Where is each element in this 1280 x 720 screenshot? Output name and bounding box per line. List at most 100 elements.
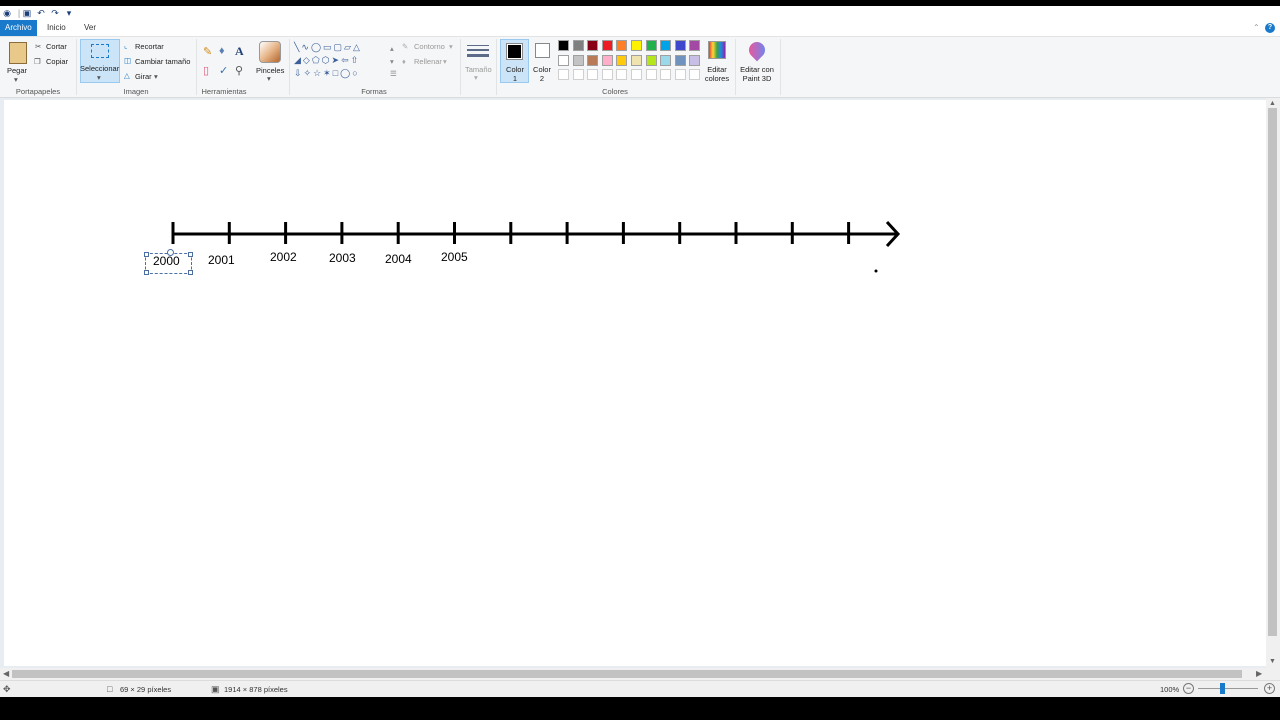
edit-colors-button[interactable]: Editar colores [702, 65, 732, 83]
scroll-left-icon[interactable]: ◀ [3, 669, 9, 678]
save-icon[interactable]: ▣ [22, 8, 32, 18]
drawing-canvas[interactable]: 2000 2001 2002 2003 2004 2005 [4, 100, 1266, 666]
color1-label[interactable]: Color 1 [505, 65, 525, 83]
shapes-scroll-down-icon[interactable]: ▾ [390, 57, 394, 66]
palette-swatch[interactable] [674, 54, 686, 66]
brushes-icon[interactable] [259, 41, 281, 63]
select-button[interactable]: Seleccionar [80, 64, 119, 73]
palette-swatch[interactable] [587, 54, 599, 66]
selection-handle[interactable] [188, 270, 193, 275]
palette-swatch[interactable] [587, 69, 599, 80]
palette-swatch[interactable] [660, 40, 672, 51]
pencil-icon[interactable]: ✎ [203, 45, 212, 58]
palette-swatch[interactable] [689, 69, 701, 80]
size-button[interactable]: Tamaño [465, 65, 492, 74]
tab-ver[interactable]: Ver [79, 20, 101, 36]
color-picker-icon[interactable]: ✓ [219, 64, 228, 77]
scroll-down-icon[interactable]: ▼ [1269, 658, 1276, 665]
selection-handle[interactable] [188, 252, 193, 257]
selection-handle[interactable] [144, 270, 149, 275]
eraser-icon[interactable]: ▯ [203, 64, 209, 77]
cut-button[interactable]: Cortar [46, 42, 67, 51]
redo-icon[interactable]: ↷ [50, 8, 60, 18]
zoom-slider-thumb[interactable] [1220, 683, 1225, 694]
palette-swatch[interactable] [572, 54, 584, 66]
palette-swatch[interactable] [558, 69, 569, 80]
tab-archivo[interactable]: Archivo [0, 20, 37, 36]
fill-dropdown-icon[interactable]: ▾ [443, 57, 447, 66]
palette-swatch[interactable] [601, 69, 613, 80]
palette-swatch[interactable] [572, 69, 584, 80]
crop-button[interactable]: Recortar [135, 42, 164, 51]
size-dropdown-icon[interactable]: ▾ [474, 73, 478, 82]
text-tool-icon[interactable]: A [235, 44, 244, 59]
palette-swatch[interactable] [616, 40, 628, 51]
palette-swatch[interactable] [587, 40, 599, 51]
palette-swatch[interactable] [601, 54, 613, 66]
select-dropdown-icon[interactable]: ▾ [97, 73, 101, 82]
palette-swatch[interactable] [689, 54, 701, 66]
resize-icon[interactable]: ◫ [124, 56, 131, 65]
palette-swatch[interactable] [631, 40, 642, 51]
vertical-scroll-thumb[interactable] [1268, 108, 1277, 636]
palette-swatch[interactable] [631, 54, 642, 66]
crop-icon[interactable]: ⌞ [124, 41, 128, 50]
resize-button[interactable]: Cambiar tamaño [135, 57, 190, 66]
paste-dropdown-icon[interactable]: ▾ [14, 75, 18, 84]
fill-icon[interactable]: ♦ [402, 57, 406, 66]
zoom-out-icon[interactable]: − [1183, 683, 1194, 694]
edit-colors-icon[interactable] [708, 41, 726, 59]
selection-handle[interactable] [144, 252, 149, 257]
palette-swatch[interactable] [645, 40, 657, 51]
brushes-dropdown-icon[interactable]: ▾ [267, 74, 271, 83]
palette-swatch[interactable] [674, 40, 686, 51]
palette-swatch[interactable] [645, 54, 657, 66]
color2-swatch[interactable] [535, 43, 550, 58]
fill-bucket-icon[interactable]: ♦ [219, 45, 225, 57]
rotate-icon[interactable]: △ [124, 71, 130, 80]
palette-swatch[interactable] [631, 69, 642, 80]
palette-swatch[interactable] [674, 69, 686, 80]
zoom-slider-track[interactable] [1198, 688, 1258, 689]
help-icon[interactable]: ? [1265, 23, 1275, 33]
scroll-up-icon[interactable]: ▲ [1269, 100, 1276, 107]
copy-button[interactable]: Copiar [46, 57, 68, 66]
outline-button[interactable]: Contorno [414, 42, 445, 51]
selection-rotate-handle[interactable] [167, 249, 174, 256]
tab-inicio[interactable]: Inicio [42, 20, 71, 36]
palette-swatch[interactable] [558, 40, 569, 51]
palette-swatch[interactable] [601, 40, 613, 51]
shapes-gallery[interactable]: ╲∿◯▭▢▱△ ◢◇⬠⬡➤⇦⇧ ⇩✧☆✶□◯○ [294, 41, 390, 81]
paint3d-button[interactable]: Editar con Paint 3D [738, 65, 776, 83]
cut-icon[interactable]: ✂ [35, 42, 41, 51]
undo-icon[interactable]: ↶ [36, 8, 46, 18]
magnifier-icon[interactable]: ⚲ [235, 64, 243, 77]
outline-icon[interactable]: ✎ [402, 42, 408, 51]
customize-icon[interactable]: ▾ [64, 8, 74, 18]
minimize-ribbon-icon[interactable]: ⌃ [1248, 20, 1265, 36]
color2-label[interactable]: Color 2 [532, 65, 552, 83]
outline-dropdown-icon[interactable]: ▾ [449, 42, 453, 51]
zoom-in-icon[interactable]: + [1264, 683, 1275, 694]
rotate-dropdown-icon[interactable]: ▾ [154, 72, 158, 81]
palette-swatch[interactable] [645, 69, 657, 80]
palette-swatch[interactable] [558, 54, 569, 66]
paint-app-icon[interactable]: ◉ [2, 8, 12, 18]
palette-swatch[interactable] [616, 69, 628, 80]
palette-swatch[interactable] [660, 54, 672, 66]
paste-icon[interactable] [9, 42, 27, 64]
palette-swatch[interactable] [616, 54, 628, 66]
copy-icon[interactable]: ❐ [34, 57, 41, 66]
horizontal-scroll-thumb[interactable] [12, 670, 1242, 678]
horizontal-scrollbar[interactable]: ◀ ▶ [0, 668, 1266, 680]
paint3d-icon[interactable] [745, 38, 769, 62]
paste-button[interactable]: Pegar [7, 66, 27, 75]
vertical-scrollbar[interactable]: ▲ ▼ [1266, 98, 1280, 668]
scroll-right-icon[interactable]: ▶ [1256, 669, 1262, 678]
size-icon[interactable] [467, 43, 489, 61]
shapes-expand-icon[interactable]: ☰ [390, 69, 397, 78]
selection-box[interactable] [144, 249, 193, 275]
shapes-scroll-up-icon[interactable]: ▴ [390, 44, 394, 53]
palette-swatch[interactable] [689, 40, 701, 51]
palette-swatch[interactable] [660, 69, 672, 80]
